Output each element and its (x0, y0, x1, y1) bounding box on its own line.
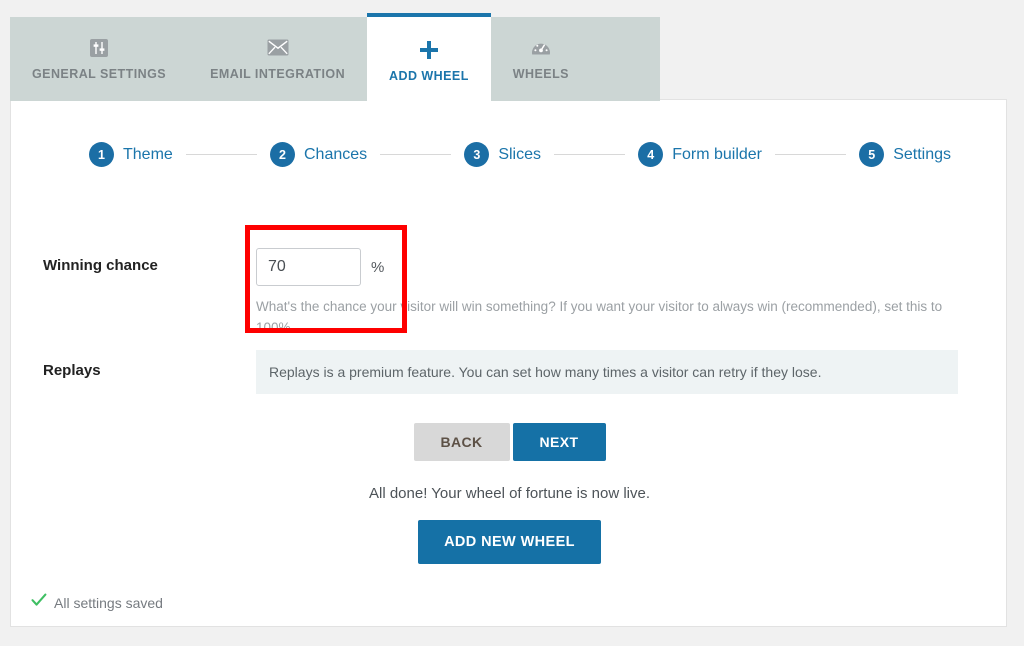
plugin-settings-page: GENERAL SETTINGS EMAIL INTEGRATION ADD W… (0, 0, 1024, 646)
step-number: 2 (269, 142, 295, 167)
step-number: 4 (638, 142, 664, 167)
winning-chance-input-line: % (256, 248, 981, 286)
step-label: Settings (893, 145, 952, 163)
step-settings[interactable]: 5 Settings (859, 142, 951, 167)
content-card: 1 Theme 2 Chances 3 Slices 4 Form builde… (10, 99, 1007, 627)
done-message: All done! Your wheel of fortune is now l… (368, 485, 650, 502)
step-number: 1 (89, 142, 114, 167)
winning-chance-help-text: What's the chance your visitor will win … (256, 299, 943, 335)
step-theme[interactable]: 1 Theme (89, 142, 173, 167)
back-button[interactable]: BACK (413, 423, 510, 461)
replays-row: Replays Replays is a premium feature. Yo… (21, 350, 981, 394)
add-new-wheel-row: ADD NEW WHEEL (11, 520, 1008, 564)
gauge-icon (530, 38, 552, 58)
step-slices[interactable]: 3 Slices (464, 142, 541, 167)
tab-label: EMAIL INTEGRATION (210, 66, 346, 81)
envelope-icon (267, 38, 289, 58)
saved-status-text: All settings saved (54, 594, 163, 611)
replays-field-column: Replays is a premium feature. You can se… (256, 350, 981, 394)
tab-label: WHEELS (512, 66, 569, 81)
tab-label: GENERAL SETTINGS (32, 66, 167, 81)
step-connector (775, 154, 847, 155)
step-form-builder[interactable]: 4 Form builder (638, 142, 762, 167)
sliders-icon (88, 38, 110, 58)
next-button[interactable]: NEXT (512, 423, 606, 461)
step-connector (185, 154, 257, 155)
checkmark-icon (31, 593, 47, 612)
add-new-wheel-button[interactable]: ADD NEW WHEEL (418, 520, 601, 564)
winning-chance-row: Winning chance % What's the chance your … (21, 248, 981, 339)
replays-premium-notice: Replays is a premium feature. You can se… (256, 350, 958, 394)
winning-chance-field-column: % What's the chance your visitor will wi… (256, 248, 981, 339)
plus-icon (418, 40, 440, 60)
tab-wheels[interactable]: WHEELS (491, 17, 591, 101)
step-label: Theme (123, 145, 173, 163)
step-number: 3 (464, 142, 490, 167)
saved-status: All settings saved (31, 593, 163, 612)
winning-chance-input[interactable] (256, 248, 361, 286)
wizard-button-row: BACK NEXT (11, 423, 1008, 461)
step-connector (554, 154, 626, 155)
tab-general-settings[interactable]: GENERAL SETTINGS (10, 17, 188, 101)
step-number: 5 (859, 142, 885, 167)
tab-email-integration[interactable]: EMAIL INTEGRATION (188, 17, 367, 101)
step-chances[interactable]: 2 Chances (269, 142, 368, 167)
wizard-stepper: 1 Theme 2 Chances 3 Slices 4 Form builde… (89, 142, 951, 167)
winning-chance-label: Winning chance (43, 257, 158, 274)
tab-label: ADD WHEEL (389, 68, 469, 83)
step-label: Slices (498, 145, 542, 163)
step-label: Form builder (672, 145, 763, 163)
replays-label: Replays (43, 362, 101, 379)
tab-bar: GENERAL SETTINGS EMAIL INTEGRATION ADD W… (10, 13, 660, 101)
percent-unit-label: % (371, 258, 385, 276)
step-connector (380, 154, 452, 155)
tab-add-wheel[interactable]: ADD WHEEL (367, 13, 491, 101)
step-label: Chances (303, 145, 368, 163)
